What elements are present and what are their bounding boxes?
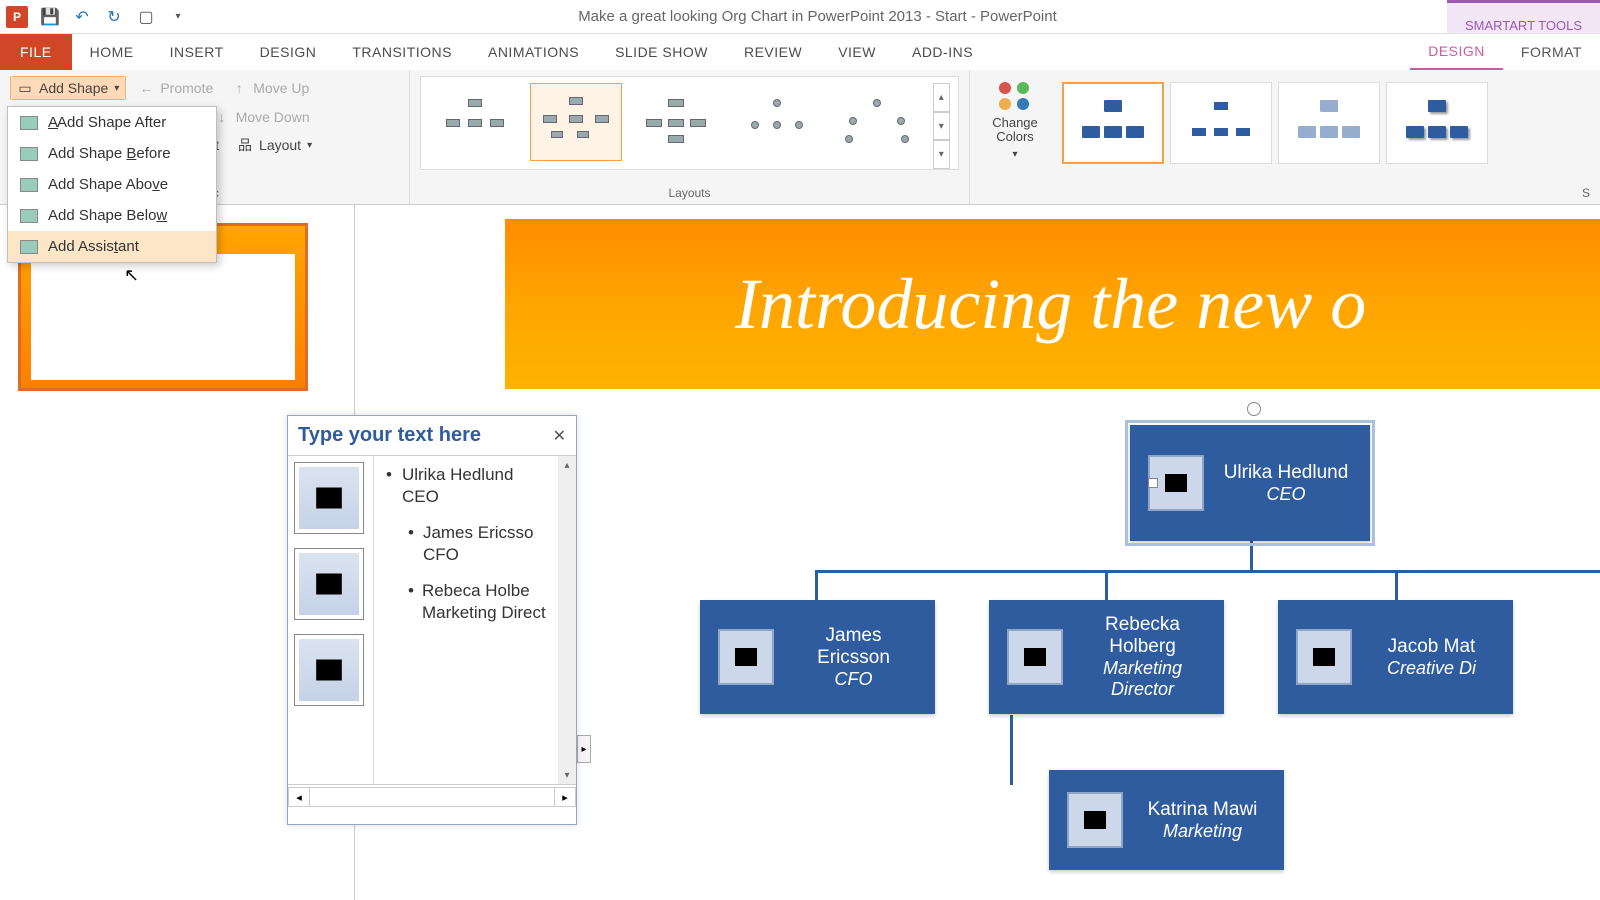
smartart-text-pane: Type your text here ✕ •Ulrika Hedlund CE…: [287, 415, 577, 825]
tab-transitions[interactable]: TRANSITIONS: [334, 34, 470, 70]
ceo-role: CEO: [1220, 484, 1352, 505]
org-node-ceo[interactable]: Ulrika HedlundCEO: [1130, 425, 1370, 541]
text-pane-list[interactable]: •Ulrika Hedlund CEO •James Ericsso CFO •…: [374, 456, 558, 784]
tab-slideshow[interactable]: SLIDE SHOW: [597, 34, 726, 70]
tab-insert[interactable]: INSERT: [152, 34, 242, 70]
text-pane-thumb-3[interactable]: [294, 634, 364, 706]
title-banner: Introducing the new o: [505, 219, 1600, 389]
layout-button[interactable]: 品Layout ▾: [231, 134, 318, 156]
node-img-placeholder[interactable]: [718, 629, 774, 685]
promote-label: Promote: [160, 80, 213, 96]
movedown-label: Move Down: [236, 109, 310, 125]
sub-role: Marketing: [1139, 821, 1266, 842]
tab-smartart-design[interactable]: DESIGN: [1410, 34, 1503, 70]
smartart-tools-label: SMARTART TOOLS: [1447, 0, 1600, 33]
layouts-scroll-down[interactable]: ▾: [933, 112, 950, 141]
node-img-placeholder[interactable]: [1296, 629, 1352, 685]
creative-name: Jacob Mat: [1368, 636, 1495, 658]
ribbon-tabs: FILE HOME INSERT DESIGN TRANSITIONS ANIM…: [0, 34, 1600, 70]
creative-role: Creative Di: [1368, 658, 1495, 679]
textpane-hscroll-left[interactable]: ◂: [288, 787, 310, 807]
add-shape-button[interactable]: ▭Add Shape ▾: [10, 76, 126, 100]
moveup-label: Move Up: [253, 80, 309, 96]
tab-view[interactable]: VIEW: [820, 34, 894, 70]
node-img-placeholder[interactable]: [1007, 629, 1063, 685]
textpane-scroll-up[interactable]: ▴: [558, 456, 576, 474]
text-pane-close[interactable]: ✕: [553, 426, 566, 446]
tab-addins[interactable]: ADD-INS: [894, 34, 991, 70]
add-assistant[interactable]: Add Assistant: [8, 231, 216, 262]
tab-review[interactable]: REVIEW: [726, 34, 820, 70]
moveup-button[interactable]: ↑Move Up: [225, 77, 315, 99]
sub-name: Katrina Mawi: [1139, 799, 1266, 821]
text-pane-thumb-2[interactable]: [294, 548, 364, 620]
add-shape-dropdown: AAdd Shape After Add Shape Before Add Sh…: [7, 106, 217, 263]
tab-home[interactable]: HOME: [72, 34, 152, 70]
layouts-gallery: ▴▾▾: [420, 76, 959, 170]
tab-smartart-format[interactable]: FORMAT: [1503, 34, 1600, 70]
cfo-name: James Ericsson: [790, 625, 917, 669]
org-node-cfo[interactable]: James EricssonCFO: [700, 600, 935, 714]
tab-animations[interactable]: ANIMATIONS: [470, 34, 597, 70]
org-node-creative[interactable]: Jacob MatCreative Di: [1278, 600, 1513, 714]
ceo-name: Ulrika Hedlund: [1220, 462, 1352, 484]
save-icon[interactable]: 💾: [40, 7, 60, 27]
tab-design[interactable]: DESIGN: [242, 34, 335, 70]
org-node-sub[interactable]: Katrina MawiMarketing: [1049, 770, 1284, 870]
layout-option-3[interactable]: [630, 83, 723, 161]
node-img-placeholder[interactable]: [1148, 455, 1204, 511]
add-shape-after[interactable]: AAdd Shape After: [8, 107, 216, 138]
style-option-1[interactable]: [1062, 82, 1164, 164]
text-item-1: Ulrika Hedlund CEO: [402, 464, 554, 508]
banner-text: Introducing the new o: [735, 263, 1366, 346]
redo-icon[interactable]: ↻: [104, 7, 124, 27]
window-title: Make a great looking Org Chart in PowerP…: [188, 8, 1447, 25]
dd-after-label: Add Shape After: [57, 114, 166, 131]
org-node-marketing[interactable]: Rebecka HolbergMarketing Director: [989, 600, 1224, 714]
layout-option-5[interactable]: [832, 83, 925, 161]
textpane-scroll-down[interactable]: ▾: [558, 766, 576, 784]
promote-button[interactable]: ←Promote: [132, 77, 219, 99]
text-pane-toggle[interactable]: ▸: [577, 735, 591, 763]
layout-option-4[interactable]: [731, 83, 824, 161]
add-shape-before[interactable]: Add Shape Before: [8, 138, 216, 169]
layout-option-1[interactable]: [429, 83, 522, 161]
group-layouts-label: Layouts: [420, 186, 959, 200]
mkt-name: Rebecka Holberg: [1079, 614, 1206, 658]
change-colors-button[interactable]: Change Colors▾: [980, 76, 1050, 166]
layouts-more[interactable]: ▾: [933, 140, 950, 169]
text-pane-thumb-1[interactable]: [294, 462, 364, 534]
layout-label: Layout: [259, 137, 301, 153]
mkt-role: Marketing Director: [1079, 658, 1206, 700]
style-option-2[interactable]: [1170, 82, 1272, 164]
tab-file[interactable]: FILE: [0, 34, 72, 70]
layout-option-2[interactable]: [530, 83, 623, 161]
powerpoint-icon: P: [6, 6, 28, 28]
undo-icon[interactable]: ↶: [72, 7, 92, 27]
cfo-role: CFO: [790, 669, 917, 690]
movedown-button[interactable]: ↓Move Down: [208, 106, 316, 128]
text-item-2: James Ericsso CFO: [423, 522, 554, 566]
text-item-3: Rebeca Holbe Marketing Direct: [422, 580, 554, 624]
style-option-3[interactable]: [1278, 82, 1380, 164]
slide-canvas: Introducing the new o Type your text her…: [355, 205, 1600, 900]
start-slideshow-icon[interactable]: ▢: [136, 7, 156, 27]
add-shape-below[interactable]: Add Shape Below: [8, 200, 216, 231]
org-chart[interactable]: Ulrika HedlundCEO James EricssonCFO Rebe…: [655, 420, 1600, 900]
node-img-placeholder[interactable]: [1067, 792, 1123, 848]
change-colors-label: Change Colors: [986, 116, 1044, 145]
add-shape-label: Add Shape: [39, 80, 108, 96]
text-pane-title: Type your text here: [298, 424, 481, 447]
group-styles-label: S: [980, 186, 1590, 200]
qat-customize-icon[interactable]: ▾: [168, 7, 188, 27]
layouts-scroll-up[interactable]: ▴: [933, 83, 950, 112]
style-option-4[interactable]: [1386, 82, 1488, 164]
rotate-handle-icon[interactable]: [1247, 402, 1261, 416]
add-shape-above[interactable]: Add Shape Above: [8, 169, 216, 200]
textpane-hscroll-right[interactable]: ▸: [554, 787, 576, 807]
